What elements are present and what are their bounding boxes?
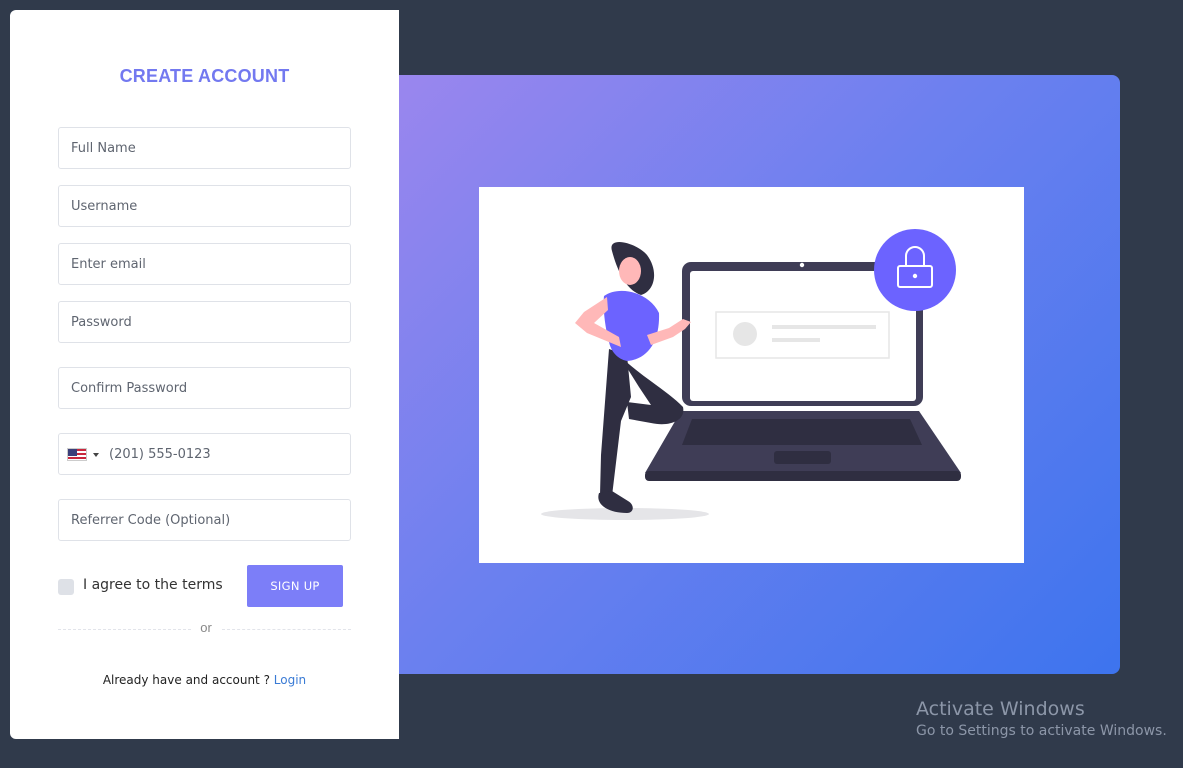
phone-input[interactable]	[109, 434, 344, 474]
form-title: CREATE ACCOUNT	[119, 66, 290, 86]
signup-form-card: CREATE ACCOUNT I agree to the terms SIGN…	[10, 10, 399, 739]
activate-windows-watermark: Activate Windows Go to Settings to activ…	[916, 698, 1167, 739]
hero-panel	[399, 75, 1120, 674]
confirm-password-field[interactable]	[58, 367, 351, 409]
full-name-field[interactable]	[58, 127, 351, 169]
login-link[interactable]: Login	[274, 673, 306, 687]
login-prompt-text: Already have and account ?	[102, 673, 270, 687]
illustration-image	[541, 229, 961, 520]
password-field[interactable]	[58, 301, 351, 343]
username-field[interactable]	[58, 185, 351, 227]
watermark-subtitle: Go to Settings to activate Windows.	[916, 723, 1167, 739]
us-flag-icon	[67, 448, 87, 461]
country-code-select[interactable]	[67, 447, 103, 463]
terms-checkbox[interactable]	[58, 579, 74, 595]
hero-illustration-frame	[479, 187, 1024, 563]
terms-label: I agree to the terms	[83, 577, 223, 593]
caret-down-icon	[93, 453, 99, 457]
email-field[interactable]	[58, 243, 351, 285]
login-prompt-row: Already have and account ? Login	[10, 673, 399, 687]
phone-field-group	[58, 433, 351, 475]
divider-or: or	[200, 620, 212, 635]
divider-line-left	[58, 629, 191, 630]
divider-line-right	[222, 629, 351, 630]
sign-up-button[interactable]: SIGN UP	[247, 565, 343, 607]
referrer-code-field[interactable]	[58, 499, 351, 541]
watermark-title: Activate Windows	[916, 698, 1085, 720]
